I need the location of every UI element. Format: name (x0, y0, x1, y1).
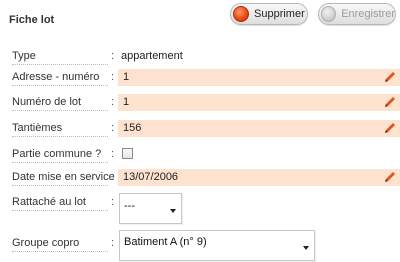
save-button[interactable]: Enregistrer (318, 3, 396, 25)
chevron-down-icon (170, 209, 176, 213)
groupe-copro-select[interactable]: Batiment A (n° 9) (119, 230, 315, 261)
pencil-icon[interactable] (383, 121, 397, 135)
partie-commune-checkbox[interactable] (122, 148, 133, 159)
rattache-label: Rattaché au lot (12, 196, 108, 211)
rattache-selected: --- (124, 200, 135, 212)
colon: : (111, 196, 115, 208)
form-row-partie-commune: Partie commune ? : (0, 146, 400, 163)
delete-button[interactable]: Supprimer (230, 3, 308, 25)
pencil-icon[interactable] (383, 170, 397, 184)
form-row-date-service: Date mise en service : 13/07/2006 (0, 169, 400, 186)
tantiemes-value: 156 (123, 122, 142, 134)
colon: : (111, 122, 115, 134)
save-button-label: Enregistrer (341, 8, 395, 20)
form-row-adresse: Adresse - numéro : 1 (0, 69, 400, 86)
groupe-copro-label: Groupe copro (12, 237, 108, 252)
pencil-icon[interactable] (383, 70, 397, 84)
colon: : (111, 237, 115, 249)
delete-status-icon (233, 6, 249, 22)
date-service-field[interactable]: 13/07/2006 (118, 169, 400, 186)
colon: : (111, 171, 115, 183)
groupe-copro-selected: Batiment A (n° 9) (124, 236, 207, 248)
colon: : (111, 148, 115, 160)
form-row-tantiemes: Tantièmes : 156 (0, 120, 400, 137)
date-service-value: 13/07/2006 (123, 171, 179, 183)
form-row-numero-lot: Numéro de lot : 1 (0, 94, 400, 111)
colon: : (111, 96, 115, 108)
partie-commune-label: Partie commune ? (12, 148, 108, 163)
numero-lot-field[interactable]: 1 (118, 94, 400, 111)
type-value: appartement (121, 50, 183, 62)
colon: : (111, 71, 115, 83)
adresse-field[interactable]: 1 (118, 69, 400, 86)
form-row-type: Type : appartement (0, 48, 400, 65)
colon: : (111, 50, 115, 62)
adresse-label: Adresse - numéro (12, 71, 108, 86)
save-status-icon (321, 6, 337, 22)
type-label: Type (12, 50, 108, 65)
numero-lot-value: 1 (123, 96, 130, 108)
rattache-select[interactable]: --- (119, 193, 182, 224)
pencil-icon[interactable] (383, 95, 397, 109)
adresse-value: 1 (123, 71, 130, 83)
date-service-label: Date mise en service (12, 171, 115, 186)
page-title: Fiche lot (9, 14, 55, 26)
tantiemes-label: Tantièmes (12, 122, 108, 137)
tantiemes-field[interactable]: 156 (118, 120, 400, 137)
delete-button-label: Supprimer (254, 8, 305, 20)
chevron-down-icon (303, 246, 309, 250)
form-row-rattache: Rattaché au lot : (0, 194, 400, 211)
numero-lot-label: Numéro de lot (12, 96, 108, 111)
